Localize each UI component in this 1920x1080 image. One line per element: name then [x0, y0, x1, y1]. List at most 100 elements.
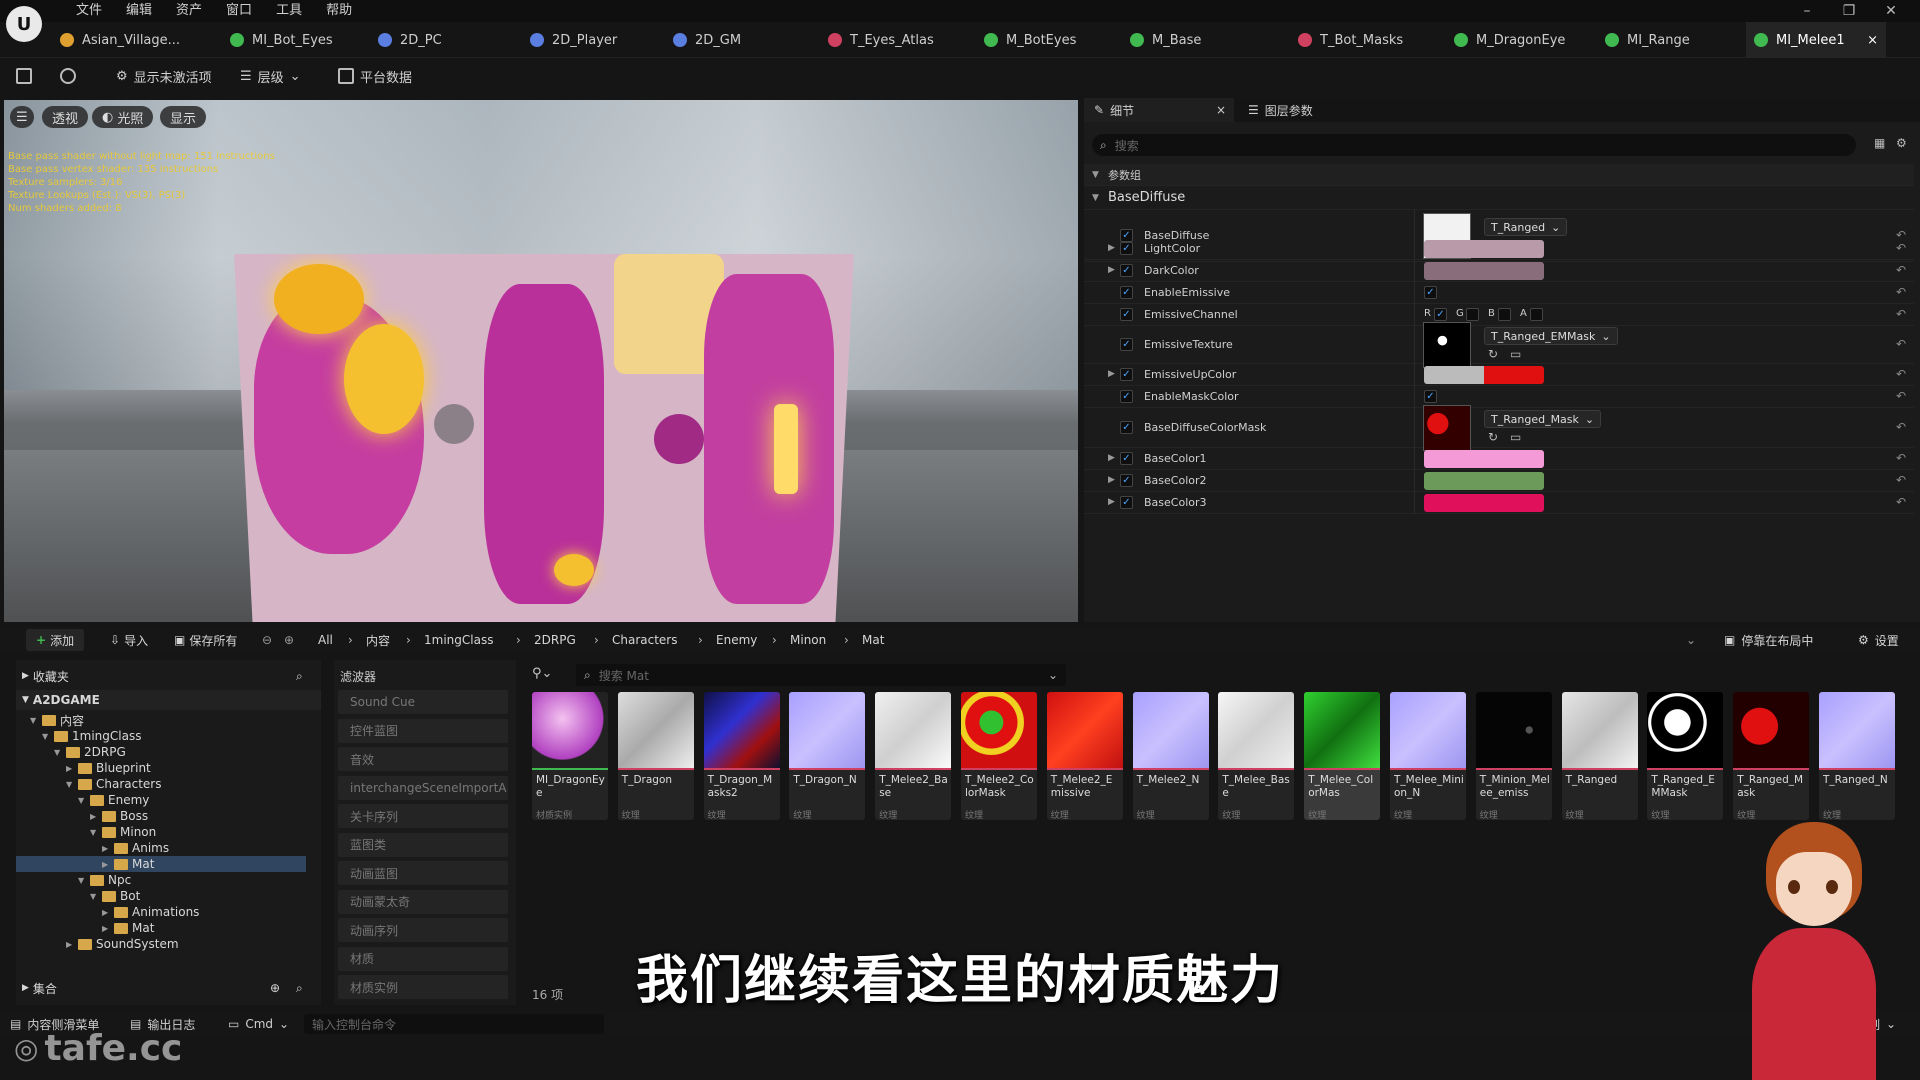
color-swatch[interactable]: #8a6d7a	[1424, 262, 1544, 280]
chevron-right-icon[interactable]: ▶	[102, 924, 110, 933]
column-divider[interactable]	[1414, 326, 1415, 364]
show-inactive-button[interactable]: ⚙ 显示未激活项	[116, 64, 212, 88]
tree-folder[interactable]: ▶ Mat	[16, 856, 306, 872]
breadcrumb-item[interactable]: All	[318, 626, 333, 654]
breadcrumb-item[interactable]: 2DRPG	[534, 626, 576, 654]
texture-thumbnail[interactable]	[1423, 405, 1471, 451]
tree-folder[interactable]: ▼ Minon	[16, 824, 306, 840]
param-override-checkbox[interactable]: ✓	[1120, 390, 1133, 403]
chevron-right-icon[interactable]: ›	[594, 626, 599, 654]
texture-asset-dropdown[interactable]: T_Ranged ⌄	[1484, 218, 1568, 236]
column-divider[interactable]	[1414, 304, 1415, 326]
show-button[interactable]: 显示	[160, 106, 207, 128]
close-icon[interactable]: ×	[1216, 103, 1226, 117]
chevron-down-icon[interactable]: ▼	[78, 876, 86, 885]
chevron-right-icon[interactable]: ›	[406, 626, 411, 654]
reset-to-default-icon[interactable]: ↶	[1896, 367, 1906, 381]
browse-folder-icon[interactable]: ▭	[1510, 347, 1521, 361]
console-input[interactable]: 输入控制台命令	[304, 1014, 604, 1034]
breadcrumb-item[interactable]: 内容	[366, 626, 390, 654]
reset-to-default-icon[interactable]: ↶	[1896, 263, 1906, 277]
breadcrumb-item[interactable]: Characters	[612, 626, 678, 654]
gear-icon[interactable]: ⚙	[1896, 136, 1907, 150]
asset-tile[interactable]: #d04060T_Ranged_N纹理	[1819, 692, 1895, 820]
chevron-right-icon[interactable]: ▶	[102, 860, 110, 869]
document-tab[interactable]: #5a7fe0 2D_GM	[665, 22, 775, 58]
chevron-right-icon[interactable]: ▶	[1108, 475, 1115, 485]
tree-folder[interactable]: ▼ 1mingClass	[16, 728, 306, 744]
filter-dropdown[interactable]: ⚲⌄	[532, 666, 552, 681]
param-override-checkbox[interactable]: ✓	[1120, 242, 1133, 255]
unreal-logo[interactable]: U	[6, 6, 42, 42]
asset-tile[interactable]: #d04060 T_Melee2_ColorMask 纹理	[961, 692, 1037, 820]
browse-folder-icon[interactable]: ▭	[1510, 430, 1521, 444]
section-header[interactable]: ▼ BaseDiffuse	[1084, 186, 1914, 210]
menu-edit[interactable]: 编辑	[114, 2, 164, 20]
channel-checkbox[interactable]: ✓	[1434, 308, 1447, 321]
hierarchy-dropdown[interactable]: ☰ 层级 ⌄	[240, 64, 301, 88]
asset-tile[interactable]: #d04060 T_Dragon_Masks2 纹理	[703, 692, 780, 820]
tree-folder[interactable]: ▶ Blueprint	[16, 760, 306, 776]
param-value-checkbox[interactable]: ✓	[1424, 390, 1437, 403]
minimize-button[interactable]: –	[1786, 0, 1828, 22]
filter-item[interactable]: interchangeSceneImportA	[338, 775, 508, 800]
tree-folder[interactable]: ▶ Mat	[16, 920, 306, 936]
document-tab[interactable]: #d04060 T_Bot_Masks	[1290, 22, 1420, 58]
asset-tile[interactable]: #d04060 T_Dragon_N 纹理	[789, 692, 866, 820]
lit-mode-button[interactable]: ◐ 光照	[92, 106, 154, 128]
filter-item[interactable]: 控件蓝图	[338, 718, 508, 743]
project-header[interactable]: ▼ A2DGAME	[16, 690, 321, 710]
breadcrumb-item[interactable]: Enemy	[716, 626, 757, 654]
param-value-checkbox[interactable]: ✓	[1424, 286, 1437, 299]
channel-checkbox[interactable]	[1466, 308, 1479, 321]
close-window-button[interactable]: ✕	[1870, 0, 1912, 22]
document-tab[interactable]: #5a7fe0 2D_Player	[522, 22, 642, 58]
history-dropdown[interactable]: ⌄	[1686, 626, 1696, 654]
reset-to-default-icon[interactable]: ↶	[1896, 420, 1906, 434]
reset-to-default-icon[interactable]: ↶	[1896, 241, 1906, 255]
dock-in-layout-button[interactable]: ▣ 停靠在布局中	[1724, 626, 1813, 654]
chevron-down-icon[interactable]: ▼	[54, 748, 62, 757]
column-divider[interactable]	[1414, 448, 1415, 470]
reset-to-default-icon[interactable]: ↶	[1896, 495, 1906, 509]
tree-folder[interactable]: ▶ Animations	[16, 904, 306, 920]
save-all-button[interactable]: ▣ 保存所有	[174, 626, 237, 654]
settings-button[interactable]: ⚙ 设置	[1858, 626, 1899, 654]
chevron-right-icon[interactable]: ▶	[1108, 453, 1115, 463]
restore-button[interactable]: ❐	[1828, 0, 1870, 22]
document-tab[interactable]: #3fb950 M_Base	[1122, 22, 1242, 58]
asset-tile[interactable]: #d04060 T_Melee_ColorMas 纹理	[1304, 692, 1381, 820]
asset-tile[interactable]: #d04060 T_Ranged_EMMask 纹理	[1647, 692, 1724, 820]
menu-window[interactable]: 窗口	[214, 2, 264, 20]
column-divider[interactable]	[1414, 364, 1415, 386]
filter-item[interactable]: 音效	[338, 747, 508, 771]
tree-folder[interactable]: ▼ 内容	[16, 712, 306, 728]
param-group-header[interactable]: ▼ 参数组	[1084, 164, 1914, 186]
param-override-checkbox[interactable]: ✓	[1120, 496, 1133, 509]
document-tab[interactable]: #d04060 T_Eyes_Atlas	[820, 22, 950, 58]
asset-tile[interactable]: #d04060 T_Melee_Base 纹理	[1218, 692, 1295, 820]
filter-item[interactable]: Sound Cue	[338, 690, 508, 714]
menu-help[interactable]: 帮助	[314, 2, 364, 20]
chevron-right-icon[interactable]: ›	[348, 626, 353, 654]
tree-folder[interactable]: ▼ Npc	[16, 872, 306, 888]
color-swatch[interactable]: #b89aa8	[1424, 240, 1544, 258]
document-tab[interactable]: #3fb950 MI_Melee1 ×	[1746, 22, 1886, 58]
use-selected-icon[interactable]: ↻	[1488, 347, 1498, 361]
param-override-checkbox[interactable]: ✓	[1120, 452, 1133, 465]
close-icon[interactable]: ×	[1867, 33, 1878, 48]
chevron-right-icon[interactable]: ›	[772, 626, 777, 654]
chevron-down-icon[interactable]: ▼	[30, 716, 38, 725]
asset-tile[interactable]: #d04060 T_Minion_Melee_emiss 纹理	[1475, 692, 1552, 820]
reset-to-default-icon[interactable]: ↶	[1896, 337, 1906, 351]
asset-tile[interactable]: #3fb950 MI_DragonEye 材质实例	[532, 692, 608, 820]
asset-tile[interactable]: #d04060 T_Melee_Minion_N 纹理	[1390, 692, 1466, 820]
reset-to-default-icon[interactable]: ↶	[1896, 285, 1906, 299]
asset-search-input[interactable]: ⌕ 搜索 Mat ⌄	[576, 664, 1066, 686]
material-preview-viewport[interactable]: ☰ 透视 ◐ 光照 显示 Base pass shader without lig…	[4, 100, 1078, 622]
menu-file[interactable]: 文件	[64, 2, 114, 20]
tree-folder[interactable]: ▶ Boss	[16, 808, 306, 824]
param-override-checkbox[interactable]: ✓	[1120, 286, 1133, 299]
tree-folder[interactable]: ▼ Enemy	[16, 792, 306, 808]
color-swatch[interactable]: #6b9a5a	[1424, 472, 1544, 490]
